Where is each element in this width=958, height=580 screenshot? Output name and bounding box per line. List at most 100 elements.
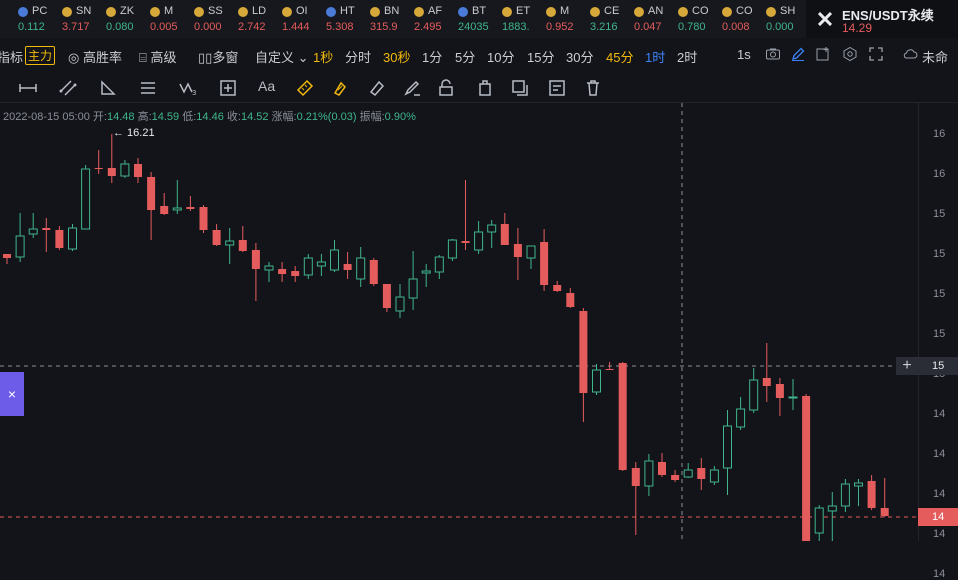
interval-option[interactable]: 10分 bbox=[487, 47, 514, 66]
high-marker: ← 16.21 bbox=[113, 127, 155, 139]
ticker-price: 24035 bbox=[458, 21, 489, 33]
candle-body bbox=[854, 482, 863, 487]
candle bbox=[94, 150, 103, 174]
candle-body bbox=[461, 241, 470, 243]
add-alert-button[interactable]: + bbox=[896, 357, 918, 375]
ticker-name: M bbox=[560, 5, 570, 17]
ticker-item[interactable]: PC 0.112 bbox=[15, 4, 55, 36]
main-force-button[interactable]: 主力 bbox=[25, 46, 56, 65]
parallel-channel-icon[interactable] bbox=[58, 78, 78, 98]
candle bbox=[330, 240, 339, 272]
magnet-icon[interactable] bbox=[330, 78, 350, 98]
ticker-item[interactable]: M 0.005 bbox=[147, 4, 187, 36]
ticker-item[interactable]: ZK 0.080 bbox=[103, 4, 143, 36]
ticker-item[interactable]: LD 2.742 bbox=[235, 4, 275, 36]
triangle-tool-icon[interactable] bbox=[98, 78, 118, 98]
ticker-item[interactable]: SN 3.717 bbox=[59, 4, 99, 36]
candle bbox=[382, 284, 391, 312]
ticker-item[interactable]: OI 1.444 bbox=[279, 4, 319, 36]
candle bbox=[212, 224, 221, 246]
fullscreen-icon[interactable] bbox=[868, 46, 884, 62]
interval-option[interactable]: 30秒 bbox=[383, 47, 410, 66]
exchange-logo-icon bbox=[818, 12, 832, 26]
camera-icon[interactable] bbox=[765, 46, 781, 62]
ticker-item[interactable]: M 0.952 bbox=[543, 4, 583, 36]
ticker-item[interactable]: BT 24035 bbox=[455, 4, 495, 36]
edit-list-icon[interactable] bbox=[547, 78, 567, 98]
price-axis-tick: 14 bbox=[933, 448, 946, 460]
interval-option[interactable]: 30分 bbox=[566, 47, 593, 66]
horizontal-line-icon[interactable] bbox=[18, 78, 38, 98]
interval-option[interactable]: 45分 bbox=[606, 47, 633, 66]
gold-coin-icon bbox=[678, 7, 688, 17]
brush-icon[interactable] bbox=[402, 78, 422, 98]
ticker-item[interactable]: BN 315.9 bbox=[367, 4, 407, 36]
candlestick-chart[interactable]: 2022-08-15 05:00 开:14.48 高:14.59 低:14.46… bbox=[0, 103, 958, 541]
interval-option[interactable]: 2时 bbox=[677, 47, 697, 66]
candle-body bbox=[775, 384, 784, 398]
ticker-item[interactable]: ET 1883. bbox=[499, 4, 539, 36]
interval-option[interactable]: 15分 bbox=[527, 47, 554, 66]
ticker-name: SN bbox=[76, 5, 92, 17]
ticker-item[interactable]: AF 2.495 bbox=[411, 4, 451, 36]
candle bbox=[421, 264, 431, 287]
target-icon: ◎ bbox=[68, 50, 80, 65]
gold-coin-icon bbox=[414, 7, 424, 17]
gold-coin-icon bbox=[546, 7, 556, 17]
ticker-item[interactable]: SH 0.000 bbox=[763, 4, 803, 36]
fibonacci-icon[interactable] bbox=[138, 78, 158, 98]
lock-icon[interactable] bbox=[436, 78, 456, 98]
candle-body bbox=[421, 270, 431, 274]
price-axis-tick: 14 bbox=[933, 568, 946, 580]
ticker-item[interactable]: CO 0.008 bbox=[719, 4, 759, 36]
ticker-item[interactable]: HT 5.308 bbox=[323, 4, 363, 36]
measure-icon[interactable] bbox=[218, 78, 238, 98]
unnamed-layout[interactable]: 未命 bbox=[922, 47, 948, 66]
candle-body bbox=[55, 230, 64, 248]
ticker-price: 0.005 bbox=[150, 21, 178, 33]
text-tool-icon[interactable]: Aa bbox=[258, 78, 275, 94]
add-window-icon[interactable] bbox=[815, 46, 831, 62]
refresh-rate[interactable]: 1s bbox=[737, 47, 751, 62]
ticker-item[interactable]: CE 3.216 bbox=[587, 4, 627, 36]
advanced-button[interactable]: ⌸ 高级 bbox=[139, 47, 176, 66]
custom-dropdown[interactable]: 自定义 ⌄ bbox=[255, 47, 309, 66]
candle bbox=[107, 134, 116, 183]
candle bbox=[867, 475, 876, 510]
cloud-icon[interactable] bbox=[902, 46, 918, 62]
multi-window-button[interactable]: ▯▯多窗 bbox=[198, 47, 238, 66]
interval-option[interactable]: 1秒 bbox=[313, 47, 333, 66]
indicators-button[interactable]: 指标 bbox=[0, 47, 23, 66]
candle bbox=[3, 254, 11, 264]
settings-icon[interactable] bbox=[842, 46, 858, 62]
ticker-item[interactable]: SS 0.000 bbox=[191, 4, 231, 36]
ticker-item[interactable]: AN 0.047 bbox=[631, 4, 671, 36]
candle bbox=[526, 245, 536, 269]
wave-pattern-icon[interactable]: 3 bbox=[178, 78, 198, 98]
eraser-icon[interactable] bbox=[367, 78, 387, 98]
interval-option[interactable]: 5分 bbox=[455, 47, 475, 66]
candle-body bbox=[644, 460, 654, 487]
interval-option[interactable]: 分时 bbox=[345, 47, 371, 66]
ticker-item[interactable]: CO 0.780 bbox=[675, 4, 715, 36]
candle-body bbox=[15, 235, 25, 258]
candle bbox=[749, 368, 759, 413]
candle-plot[interactable]: ← 16.21 bbox=[0, 103, 918, 541]
trash-icon[interactable] bbox=[583, 78, 603, 98]
gold-coin-icon bbox=[106, 7, 116, 17]
ticker-price: 1883. bbox=[502, 21, 530, 33]
ruler-icon[interactable] bbox=[295, 78, 315, 98]
candle bbox=[434, 255, 444, 279]
pencil-icon[interactable] bbox=[790, 46, 806, 62]
candle bbox=[28, 213, 38, 238]
interval-option[interactable]: 1时 bbox=[645, 47, 665, 66]
candle-body bbox=[81, 168, 91, 230]
close-panel-tab[interactable]: × bbox=[0, 372, 24, 416]
candle bbox=[553, 281, 562, 292]
interval-option[interactable]: 1分 bbox=[422, 47, 442, 66]
candle-body bbox=[316, 261, 326, 267]
visibility-lock-icon[interactable] bbox=[475, 78, 495, 98]
pair-header[interactable]: ENS/USDT永续 14.29 bbox=[806, 0, 958, 38]
copy-icon[interactable] bbox=[510, 78, 530, 98]
high-win-button[interactable]: ◎ 高胜率 bbox=[68, 47, 122, 66]
